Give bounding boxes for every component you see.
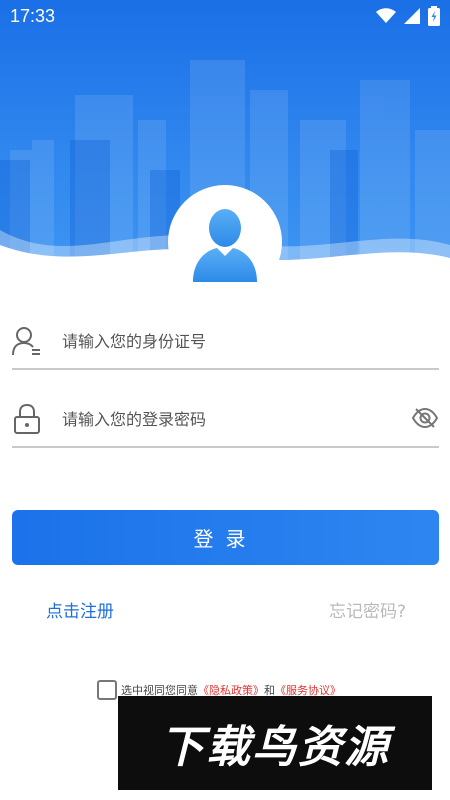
eye-off-icon[interactable] (411, 404, 439, 432)
login-button[interactable]: 登录 (12, 510, 439, 565)
avatar (168, 185, 282, 299)
watermark-banner: 下载鸟资源 (118, 696, 432, 790)
wifi-icon (376, 8, 396, 23)
register-link[interactable]: 点击注册 (46, 597, 114, 622)
signal-icon (404, 8, 420, 24)
forgot-password-link[interactable]: 忘记密码? (329, 597, 406, 622)
password-field[interactable] (12, 392, 439, 448)
password-input[interactable] (62, 399, 362, 439)
user-icon (12, 325, 42, 357)
battery-icon (428, 6, 440, 26)
status-icons (376, 6, 440, 26)
id-number-field[interactable] (12, 314, 439, 370)
status-bar: 17:33 (0, 0, 450, 32)
status-time: 17:33 (10, 5, 56, 26)
id-number-input[interactable] (62, 321, 362, 361)
user-avatar-icon (193, 209, 257, 282)
lock-icon (12, 403, 42, 435)
agreement-checkbox[interactable] (97, 680, 117, 700)
